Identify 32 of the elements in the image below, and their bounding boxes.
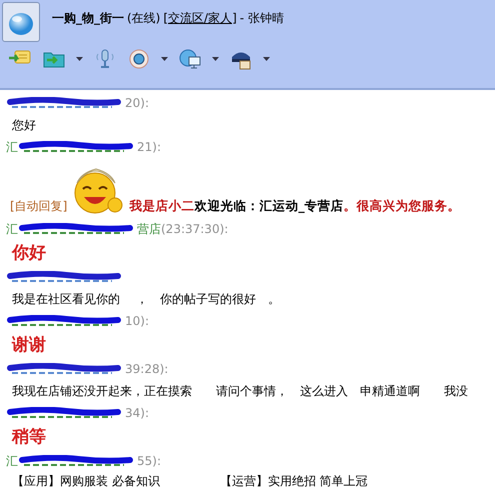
caret-icon[interactable]	[76, 57, 83, 61]
message-time: 21):	[137, 140, 161, 154]
article-link[interactable]: 【运营】实用绝招 简单上冠	[220, 471, 368, 491]
message-text: 您好	[11, 117, 37, 134]
caret-icon[interactable]	[263, 57, 270, 61]
article-link[interactable]: 【应用】网购服装 必备知识	[12, 471, 160, 491]
sender-name: 营店	[137, 220, 161, 238]
message-text: 我现在店铺还没开起来，正在摸索 请问个事情， 这么进入 申精通道啊 我没	[11, 383, 469, 400]
contact-name: 一购_物_街一	[52, 10, 124, 27]
message-time: 55):	[137, 454, 161, 468]
caret-icon[interactable]	[212, 57, 219, 61]
avatar[interactable]	[2, 2, 40, 42]
message-text: 你好	[10, 242, 47, 265]
remote-assist-button[interactable]	[178, 48, 202, 70]
message-time: (23:37:30):	[161, 222, 228, 236]
caret-icon[interactable]	[161, 57, 168, 61]
sender-name: 汇	[6, 220, 18, 238]
owner-name: - 张钟晴	[240, 10, 284, 27]
sender-name: 汇	[6, 138, 18, 156]
contact-status: (在线)	[127, 10, 160, 27]
video-button[interactable]	[127, 48, 151, 70]
message-time: 20):	[125, 96, 149, 110]
message-time: 39:28):	[125, 362, 168, 376]
message-text: 我是在社区看见你的 ， 你的帖子写的很好 。	[11, 291, 281, 308]
message-text: 谢谢	[10, 334, 47, 357]
auto-reply-label: [自动回复]	[9, 198, 68, 215]
sender-name: 汇	[6, 452, 18, 470]
message-time: 10):	[125, 314, 149, 328]
message-text: 稍等	[10, 426, 47, 449]
message-time: 34):	[125, 406, 149, 420]
auto-reply-text: 我是店小二欢迎光临：汇运动_专营店。很高兴为您服务。	[129, 198, 461, 215]
group-link[interactable]: [交流区/家人]	[163, 10, 237, 27]
